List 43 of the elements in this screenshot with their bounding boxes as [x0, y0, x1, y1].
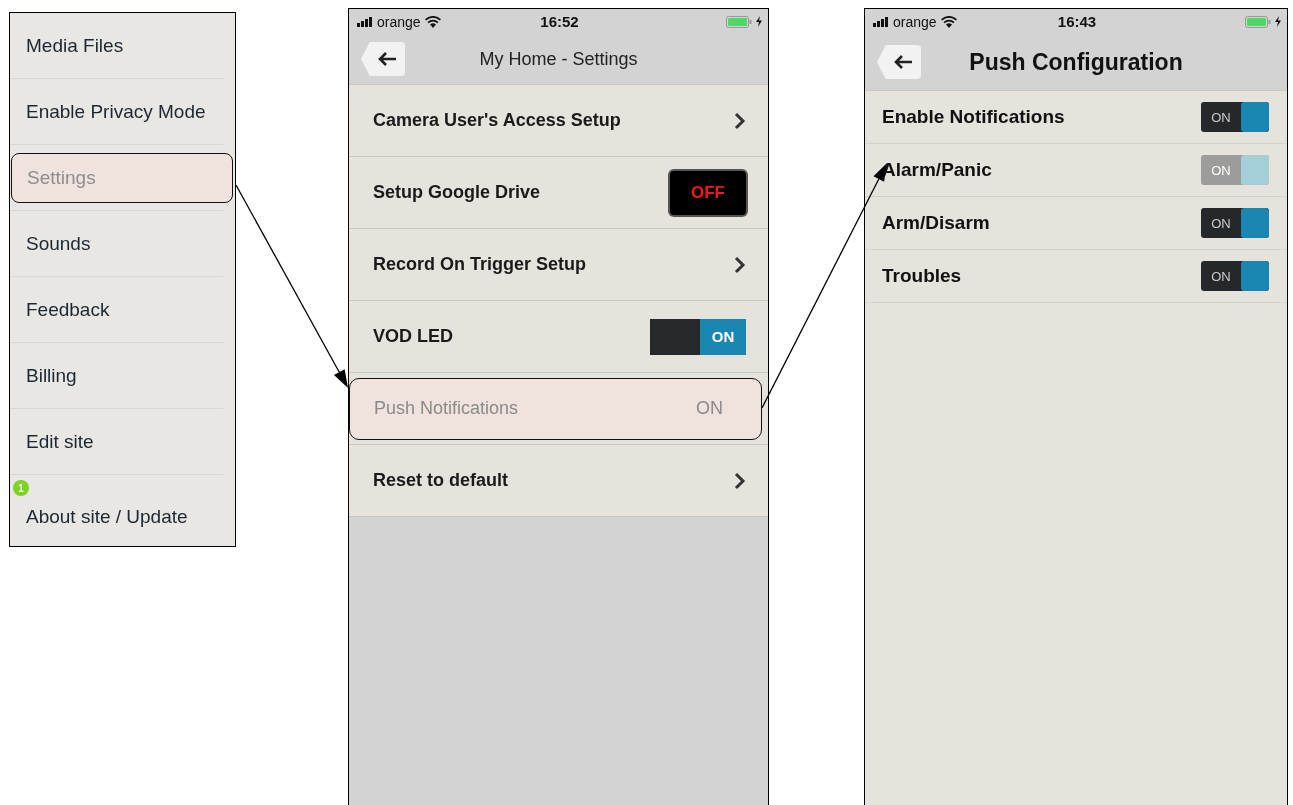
back-arrow-icon	[893, 54, 913, 70]
settings-row[interactable]: VOD LED ON	[349, 301, 768, 372]
menu-item[interactable]: Media Files	[10, 13, 235, 78]
status-time: 16:43	[1057, 13, 1097, 30]
toggle-switch[interactable]: OFF	[670, 170, 746, 215]
settings-row[interactable]: Camera User's Access Setup	[349, 85, 768, 156]
screen-title: My Home - Settings	[478, 48, 639, 70]
setting-label: Alarm/Panic	[882, 159, 992, 181]
settings-row[interactable]: Record On Trigger Setup	[349, 229, 768, 300]
menu-item[interactable]: Edit site	[10, 409, 235, 474]
menu-item[interactable]: About site / Update	[10, 498, 235, 540]
setting-label: Troubles	[882, 265, 962, 287]
back-arrow-icon	[377, 51, 397, 67]
setting-label: Arm/Disarm	[882, 212, 990, 234]
chevron-icon	[734, 111, 746, 130]
bolt-icon	[756, 16, 762, 27]
back-button[interactable]	[877, 45, 921, 79]
menu-item[interactable]: Sounds	[10, 211, 235, 276]
toggle-switch[interactable]: ON	[1201, 102, 1269, 132]
settings-row[interactable]: Setup Google Drive OFF	[349, 157, 768, 228]
wifi-icon	[940, 15, 957, 28]
wifi-icon	[424, 15, 441, 28]
bolt-icon	[1275, 16, 1281, 27]
setting-label: Enable Notifications	[882, 106, 1065, 128]
back-button[interactable]	[361, 42, 405, 76]
screen-title: Push Configuration	[968, 48, 1184, 76]
status-time: 16:52	[540, 13, 579, 30]
notification-badge: 1	[13, 480, 29, 496]
signal-icon	[873, 16, 889, 27]
chevron-icon	[734, 255, 746, 274]
toggle-switch[interactable]: ON	[1201, 208, 1269, 238]
menu-item[interactable]: Enable Privacy Mode	[10, 79, 235, 144]
settings-row[interactable]: Reset to default	[349, 445, 768, 516]
chevron-icon	[734, 471, 746, 490]
carrier-name: orange	[377, 13, 421, 30]
carrier-name: orange	[893, 13, 937, 30]
menu-item[interactable]: Feedback	[10, 277, 235, 342]
battery-icon	[726, 15, 752, 28]
toggle-switch[interactable]: ON	[650, 318, 746, 355]
signal-icon	[357, 16, 373, 27]
toggle-switch[interactable]: ON	[1201, 261, 1269, 291]
battery-icon	[1245, 15, 1271, 28]
menu-item[interactable]: Billing	[10, 343, 235, 408]
